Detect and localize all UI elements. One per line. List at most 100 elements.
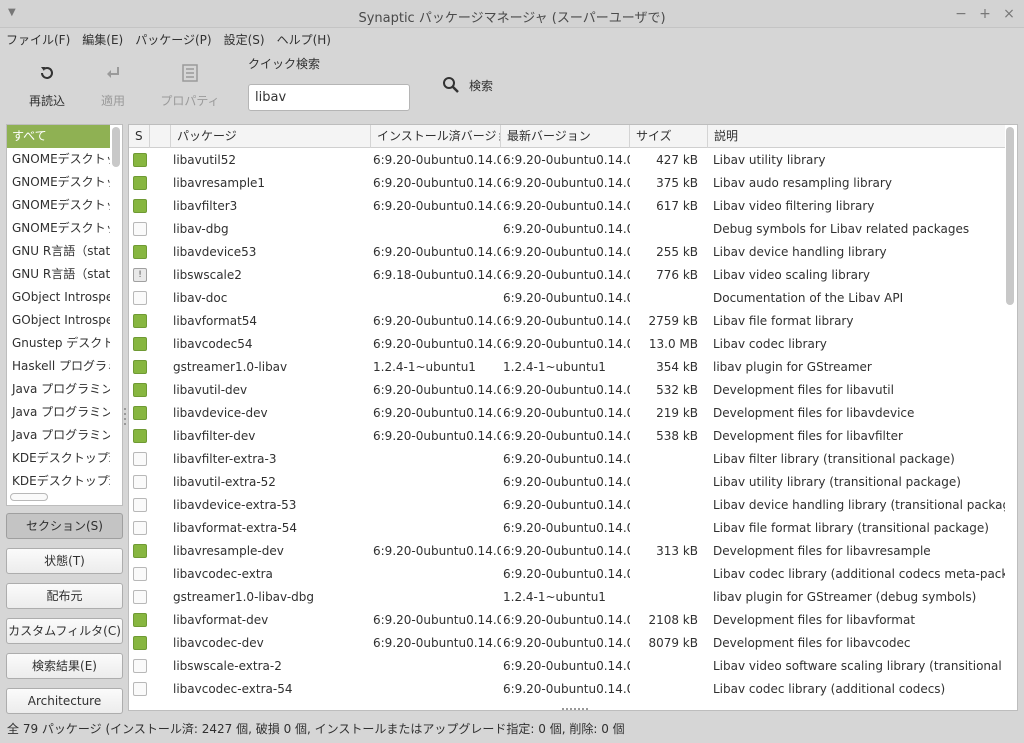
table-row[interactable]: libavutil52 6:9.20-0ubuntu0.14.04 6:9.20-0… — [129, 149, 1005, 172]
not-installed-status-icon[interactable] — [133, 475, 147, 489]
table-row[interactable]: libavfilter3 6:9.20-0ubuntu0.14.04 6:9.20-… — [129, 195, 1005, 218]
status-cell[interactable] — [129, 563, 150, 586]
table-row[interactable]: libavdevice-extra-53 6:9.20-0ubuntu0.14.0… — [129, 494, 1005, 517]
column-header-support[interactable] — [150, 125, 171, 148]
table-row[interactable]: libavutil-dev 6:9.20-0ubuntu0.14.04 6:9.20… — [129, 379, 1005, 402]
filter-item[interactable]: すべて — [7, 125, 110, 148]
reload-button[interactable]: 再読込 — [12, 64, 82, 109]
upgradable-status-icon[interactable]: ! — [133, 268, 147, 282]
installed-status-icon[interactable] — [133, 544, 147, 558]
table-row[interactable]: libav-dbg 6:9.20-0ubuntu0.14.04 Debug symb… — [129, 218, 1005, 241]
quick-search-input[interactable] — [248, 84, 410, 111]
column-header-status[interactable]: S — [129, 125, 150, 148]
filter-list-hscrollbar[interactable] — [10, 493, 48, 501]
table-row[interactable]: ! libswscale2 6:9.18-0ubuntu0.14.04 6:9.20-… — [129, 264, 1005, 287]
installed-status-icon[interactable] — [133, 383, 147, 397]
table-row[interactable]: libavresample1 6:9.20-0ubuntu0.14.04 6:9.2… — [129, 172, 1005, 195]
installed-status-icon[interactable] — [133, 153, 147, 167]
menu-edit[interactable]: 編集(E) — [82, 28, 129, 50]
properties-button[interactable]: プロパティ — [155, 64, 225, 109]
menu-settings[interactable]: 設定(S) — [224, 28, 271, 50]
status-cell[interactable] — [129, 586, 150, 609]
installed-status-icon[interactable] — [133, 429, 147, 443]
table-row[interactable]: libav-doc 6:9.20-0ubuntu0.14.04 Documentat… — [129, 287, 1005, 310]
table-row[interactable]: libavfilter-dev 6:9.20-0ubuntu0.14.04 6:9.… — [129, 425, 1005, 448]
status-cell[interactable] — [129, 402, 150, 425]
status-cell[interactable] — [129, 494, 150, 517]
not-installed-status-icon[interactable] — [133, 567, 147, 581]
table-row[interactable]: libavdevice-dev 6:9.20-0ubuntu0.14.04 6:9.… — [129, 402, 1005, 425]
search-results-button[interactable]: 検索結果(E) — [6, 653, 123, 679]
close-button[interactable]: × — [1000, 5, 1018, 23]
pane-resize-handle[interactable] — [124, 408, 127, 432]
filter-list-scrollbar[interactable] — [112, 127, 120, 167]
filter-item[interactable]: KDEデスクトップ環境 — [7, 447, 110, 470]
filter-item[interactable]: KDEデスクトップ環境 — [7, 470, 110, 493]
installed-status-icon[interactable] — [133, 406, 147, 420]
table-row[interactable]: libswscale-extra-2 6:9.20-0ubuntu0.14.04 L… — [129, 655, 1005, 678]
status-cell[interactable] — [129, 287, 150, 310]
table-row[interactable]: libavdevice53 6:9.20-0ubuntu0.14.04 6:9.20… — [129, 241, 1005, 264]
column-header-description[interactable]: 説明 — [708, 125, 1005, 148]
not-installed-status-icon[interactable] — [133, 590, 147, 604]
table-row[interactable]: libavformat54 6:9.20-0ubuntu0.14.04 6:9.20… — [129, 310, 1005, 333]
not-installed-status-icon[interactable] — [133, 521, 147, 535]
column-header-installed[interactable]: インストール済バージョン — [371, 125, 501, 148]
resize-grip[interactable] — [562, 708, 588, 712]
installed-status-icon[interactable] — [133, 636, 147, 650]
installed-status-icon[interactable] — [133, 245, 147, 259]
table-row[interactable]: libavcodec-extra 6:9.20-0ubuntu0.14.04 Lib… — [129, 563, 1005, 586]
installed-status-icon[interactable] — [133, 613, 147, 627]
not-installed-status-icon[interactable] — [133, 498, 147, 512]
status-cell[interactable] — [129, 149, 150, 172]
custom-filters-button[interactable]: カスタムフィルタ(C) — [6, 618, 123, 644]
filter-item[interactable]: GNOMEデスクトップ — [7, 217, 110, 240]
menu-package[interactable]: パッケージ(P) — [135, 28, 217, 50]
menu-file[interactable]: ファイル(F) — [6, 28, 76, 50]
filter-item[interactable]: Haskell プログラミング — [7, 355, 110, 378]
table-row[interactable]: libavcodec54 6:9.20-0ubuntu0.14.04 6:9.20-… — [129, 333, 1005, 356]
status-cell[interactable] — [129, 471, 150, 494]
installed-status-icon[interactable] — [133, 314, 147, 328]
status-cell[interactable] — [129, 333, 150, 356]
table-row[interactable]: libavfilter-extra-3 6:9.20-0ubuntu0.14.04… — [129, 448, 1005, 471]
status-cell[interactable] — [129, 379, 150, 402]
table-scrollbar[interactable] — [1006, 127, 1014, 305]
status-cell[interactable] — [129, 218, 150, 241]
filter-item[interactable]: GNU R言語（statistics） — [7, 240, 110, 263]
filter-item[interactable]: GNOMEデスクトップ — [7, 171, 110, 194]
column-header-latest[interactable]: 最新バージョン — [501, 125, 630, 148]
status-cell[interactable] — [129, 310, 150, 333]
table-row[interactable]: libavformat-dev 6:9.20-0ubuntu0.14.04 6:9.… — [129, 609, 1005, 632]
installed-status-icon[interactable] — [133, 337, 147, 351]
architecture-button[interactable]: Architecture — [6, 688, 123, 714]
installed-status-icon[interactable] — [133, 360, 147, 374]
status-cell[interactable] — [129, 655, 150, 678]
filter-item[interactable]: Java プログラミング — [7, 424, 110, 447]
status-cell[interactable] — [129, 632, 150, 655]
origin-button[interactable]: 配布元 — [6, 583, 123, 609]
table-row[interactable]: libavcodec-extra-54 6:9.20-0ubuntu0.14.04… — [129, 678, 1005, 701]
not-installed-status-icon[interactable] — [133, 682, 147, 696]
table-row[interactable]: libavresample-dev 6:9.20-0ubuntu0.14.04 6:… — [129, 540, 1005, 563]
status-cell[interactable] — [129, 356, 150, 379]
sections-button[interactable]: セクション(S) — [6, 513, 123, 539]
table-row[interactable]: libavcodec-dev 6:9.20-0ubuntu0.14.04 6:9.2… — [129, 632, 1005, 655]
status-cell[interactable] — [129, 517, 150, 540]
status-cell[interactable] — [129, 241, 150, 264]
status-cell[interactable] — [129, 425, 150, 448]
search-button[interactable]: 検索 — [442, 74, 493, 96]
filter-item[interactable]: Gnustep デスクトップ — [7, 332, 110, 355]
not-installed-status-icon[interactable] — [133, 452, 147, 466]
apply-button[interactable]: 適用 — [78, 64, 148, 109]
filter-item[interactable]: Java プログラミング — [7, 401, 110, 424]
column-header-package[interactable]: パッケージ — [171, 125, 371, 148]
status-cell[interactable] — [129, 609, 150, 632]
installed-status-icon[interactable] — [133, 199, 147, 213]
minimize-button[interactable]: − — [952, 5, 970, 23]
status-cell[interactable] — [129, 540, 150, 563]
filter-item[interactable]: GObject Introspection — [7, 286, 110, 309]
filter-item[interactable]: GNU R言語（statistics） — [7, 263, 110, 286]
status-button[interactable]: 状態(T) — [6, 548, 123, 574]
table-row[interactable]: gstreamer1.0-libav-dbg 1.2.4-1~ubuntu1 lib… — [129, 586, 1005, 609]
